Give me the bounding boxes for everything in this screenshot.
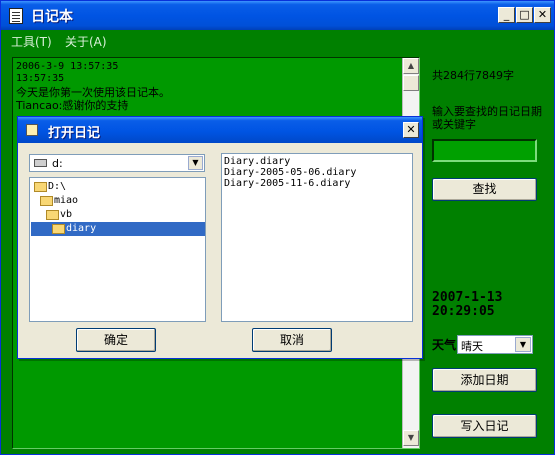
file-item[interactable]: Diary.diary	[224, 156, 290, 167]
minimize-button[interactable]: _	[498, 7, 515, 23]
dir-item-selected[interactable]: diary	[31, 222, 205, 236]
open-folder-icon	[40, 196, 53, 206]
dir-label: vb	[60, 209, 73, 220]
title-bar[interactable]: 日记本 _ □ ✕	[1, 1, 554, 30]
dir-label: miao	[54, 195, 79, 206]
file-item[interactable]: Diary-2005-11-6.diary	[224, 178, 350, 189]
dir-label: diary	[66, 223, 97, 234]
search-prompt: 输入要查找的日记日期或关键字	[432, 105, 542, 131]
menu-about[interactable]: 关于(A)	[65, 33, 107, 50]
file-list[interactable]: Diary.diary Diary-2005-05-06.diary Diary…	[221, 153, 413, 322]
scroll-up-button[interactable]: ▲	[403, 58, 419, 74]
menu-bar: 工具(T) 关于(A)	[1, 30, 554, 50]
open-diary-dialog: 打开日记 ✕ d: ▼ D:\ miao vb diary Diary.diar…	[17, 116, 423, 359]
folder-icon	[26, 124, 38, 136]
menu-tools[interactable]: 工具(T)	[11, 33, 52, 50]
dir-item[interactable]: D:\	[31, 180, 205, 194]
dialog-close-button[interactable]: ✕	[403, 122, 419, 138]
main-window: 日记本 _ □ ✕ 工具(T) 关于(A) 2006-3-9 13:57:35 …	[0, 0, 555, 455]
maximize-button[interactable]: □	[516, 7, 533, 23]
dialog-title-bar[interactable]: 打开日记 ✕	[18, 117, 422, 143]
chevron-down-icon[interactable]: ▼	[188, 156, 203, 170]
cancel-button[interactable]: 取消	[252, 328, 332, 352]
open-folder-icon	[34, 182, 47, 192]
add-date-button[interactable]: 添加日期	[432, 368, 537, 392]
char-count: 共284行7849字	[432, 69, 514, 82]
drive-icon	[34, 159, 47, 167]
scroll-down-button[interactable]: ▼	[403, 430, 419, 446]
dialog-title: 打开日记	[48, 126, 101, 141]
current-date: 2007-1-13	[432, 290, 503, 305]
weather-select[interactable]: 晴天 ▼	[457, 335, 533, 354]
log-line: 2006-3-9 13:57:35	[16, 61, 119, 72]
log-line: Tiancao:感谢你的支持	[16, 99, 129, 112]
search-button[interactable]: 查找	[432, 178, 537, 201]
weather-value: 晴天	[461, 340, 483, 353]
dir-label: D:\	[48, 181, 67, 192]
search-input[interactable]	[432, 139, 537, 162]
dir-item[interactable]: miao	[31, 194, 205, 208]
write-diary-button[interactable]: 写入日记	[432, 414, 537, 438]
directory-list[interactable]: D:\ miao vb diary	[29, 177, 206, 322]
notebook-icon	[9, 8, 23, 24]
ok-button[interactable]: 确定	[76, 328, 156, 352]
file-item[interactable]: Diary-2005-05-06.diary	[224, 167, 356, 178]
drive-value: d:	[52, 157, 63, 170]
current-time: 20:29:05	[432, 304, 495, 319]
dir-item[interactable]: vb	[31, 208, 205, 222]
log-line: 13:57:35	[16, 73, 65, 84]
drive-select[interactable]: d: ▼	[29, 154, 205, 172]
chevron-down-icon[interactable]: ▼	[515, 337, 531, 352]
window-title: 日记本	[31, 9, 73, 25]
weather-label: 天气	[432, 338, 457, 352]
open-folder-icon	[52, 224, 65, 234]
open-folder-icon	[46, 210, 59, 220]
scroll-thumb[interactable]	[403, 75, 419, 91]
close-button[interactable]: ✕	[534, 7, 551, 23]
